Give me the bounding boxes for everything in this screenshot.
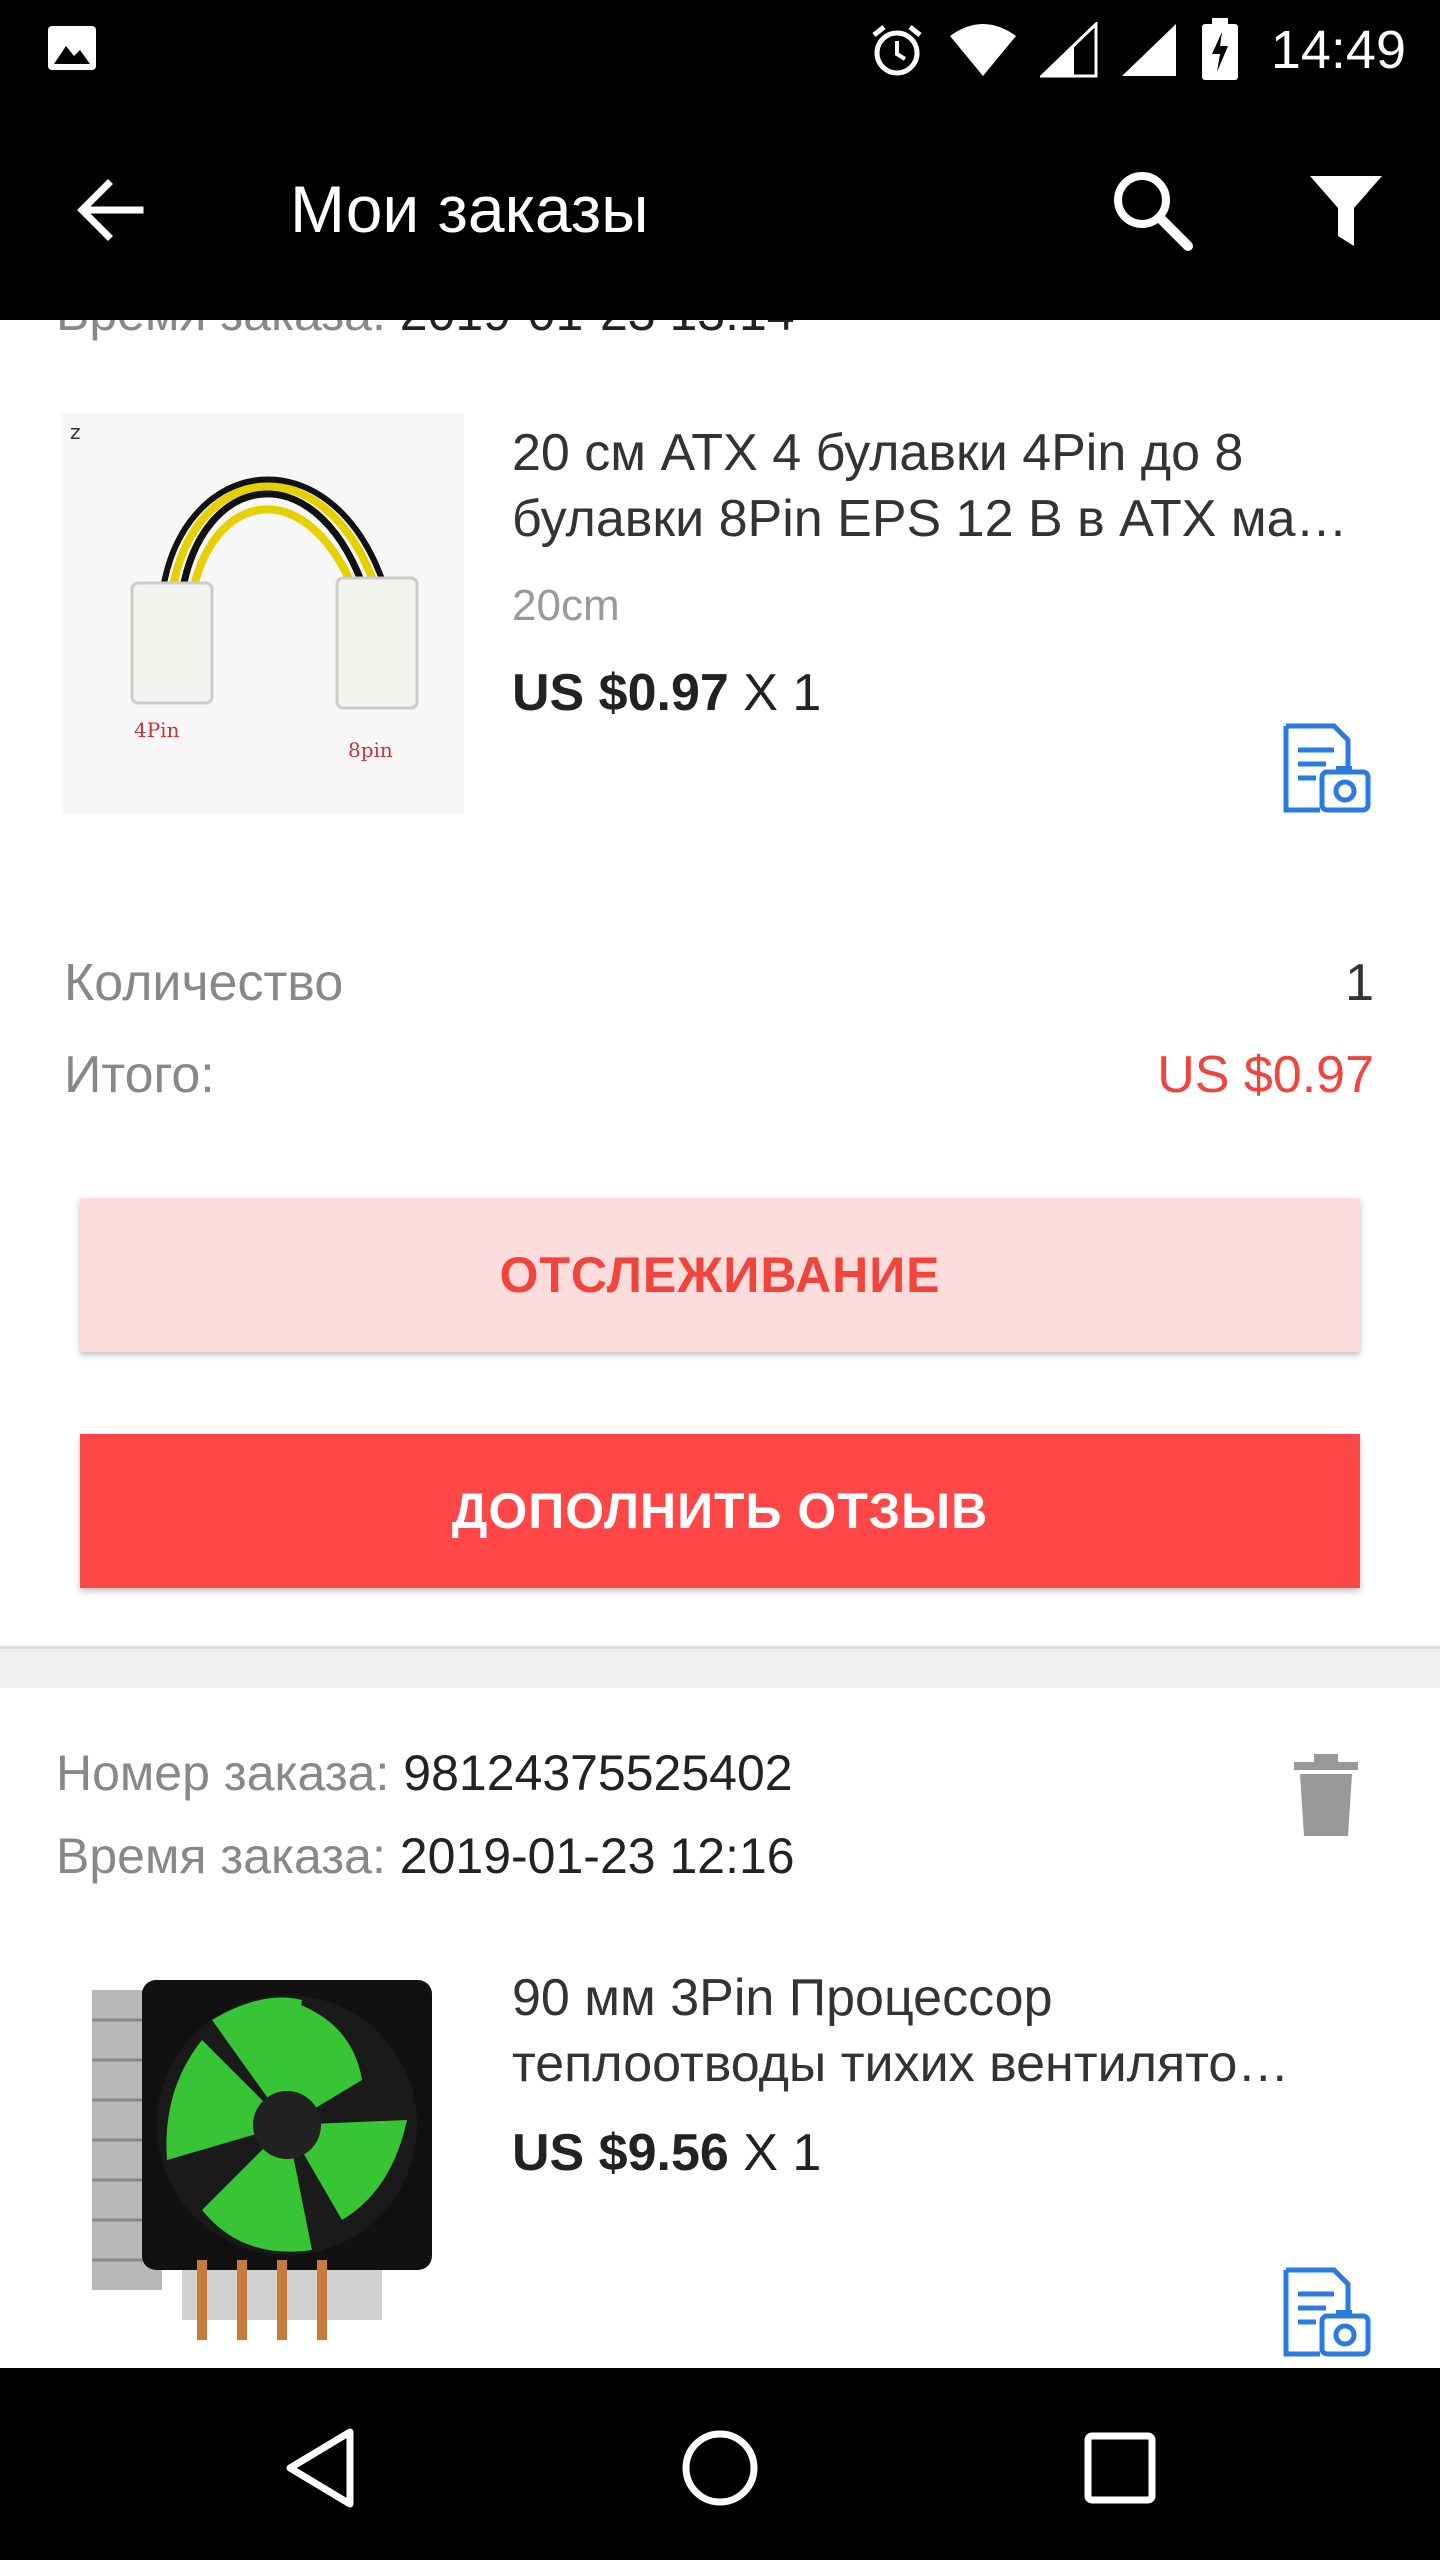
back-arrow-icon[interactable] bbox=[70, 170, 150, 250]
order-time-row: Время заказа: 2019-01-23 13:14 bbox=[56, 320, 795, 346]
price-value: US $9.56 bbox=[512, 2124, 729, 2182]
quantity-multiplier: X 1 bbox=[743, 2124, 822, 2182]
order-number-label: Номер заказа: bbox=[56, 1745, 390, 1801]
order-time-label: Время заказа: bbox=[56, 1828, 386, 1884]
clock: 14:49 bbox=[1270, 20, 1406, 80]
system-icons bbox=[868, 18, 1240, 80]
signal-icon bbox=[1040, 22, 1098, 78]
product-price: US $0.97 X 1 bbox=[512, 660, 821, 726]
add-review-button[interactable]: ДОПОЛНИТЬ ОТЗЫВ bbox=[80, 1434, 1360, 1588]
order-time-value: 2019-01-23 13:14 bbox=[400, 320, 795, 341]
product-title[interactable]: 20 см ATX 4 булавки 4Pin до 8 булавки 8P… bbox=[512, 420, 1348, 552]
quantity-label: Количество bbox=[64, 954, 344, 1012]
home-circle-icon[interactable] bbox=[670, 2418, 770, 2518]
image-label-8pin: 8pin bbox=[348, 738, 393, 762]
battery-icon bbox=[1202, 18, 1238, 80]
order-time-row: Время заказа: 2019-01-23 12:16 bbox=[56, 1823, 795, 1889]
navigation-bar bbox=[0, 2368, 1440, 2560]
back-triangle-icon[interactable] bbox=[272, 2418, 372, 2518]
product-title-line: 20 см ATX 4 булавки 4Pin до 8 bbox=[512, 424, 1244, 482]
status-bar: 14:49 bbox=[0, 0, 1440, 98]
orders-list[interactable]: Время заказа: 2019-01-23 13:14 z 4Pin 8p… bbox=[0, 320, 1440, 2368]
delete-order-icon[interactable] bbox=[1290, 1750, 1362, 1840]
price-value: US $0.97 bbox=[512, 664, 729, 722]
atx-cable-image: z 4Pin 8pin bbox=[62, 413, 464, 813]
order-time-label: Время заказа: bbox=[56, 320, 386, 341]
total-value: US $0.97 bbox=[1157, 1046, 1374, 1104]
page-title: Мои заказы bbox=[290, 172, 649, 246]
order-time-value: 2019-01-23 12:16 bbox=[399, 1828, 795, 1884]
quantity-value: 1 bbox=[1345, 954, 1374, 1012]
photo-review-icon[interactable] bbox=[1276, 2264, 1372, 2360]
product-image[interactable] bbox=[62, 1960, 464, 2360]
search-icon[interactable] bbox=[1108, 166, 1194, 252]
order-number-row: Номер заказа: 98124375525402 bbox=[56, 1740, 793, 1806]
product-title-line: теплоотводы тихих вентилято… bbox=[512, 2035, 1290, 2093]
product-price: US $9.56 X 1 bbox=[512, 2120, 821, 2186]
order-number-value: 98124375525402 bbox=[403, 1745, 793, 1801]
product-image[interactable]: z 4Pin 8pin bbox=[62, 413, 464, 813]
wifi-icon bbox=[950, 24, 1016, 76]
filter-icon[interactable] bbox=[1306, 170, 1386, 250]
quantity-multiplier: X 1 bbox=[743, 664, 822, 722]
signal-icon-2 bbox=[1122, 24, 1176, 76]
product-sku: 20cm bbox=[512, 581, 620, 630]
order-divider bbox=[0, 1646, 1440, 1688]
image-label-z: z bbox=[70, 420, 81, 444]
total-label: Итого: bbox=[64, 1046, 215, 1104]
gallery-icon bbox=[48, 26, 96, 70]
recents-square-icon[interactable] bbox=[1070, 2418, 1170, 2518]
app-bar: Мои заказы bbox=[0, 98, 1440, 320]
product-title-line: 90 мм 3Pin Процессор bbox=[512, 1969, 1053, 2027]
product-title[interactable]: 90 мм 3Pin Процессор теплоотводы тихих в… bbox=[512, 1965, 1289, 2097]
alarm-icon bbox=[872, 25, 922, 76]
product-title-line: булавки 8Pin EPS 12 В в ATX ма… bbox=[512, 490, 1348, 548]
image-label-4pin: 4Pin bbox=[134, 718, 180, 742]
tracking-button[interactable]: ОТСЛЕЖИВАНИЕ bbox=[80, 1198, 1360, 1352]
cpu-cooler-image bbox=[62, 1960, 464, 2360]
photo-review-icon[interactable] bbox=[1276, 720, 1372, 816]
